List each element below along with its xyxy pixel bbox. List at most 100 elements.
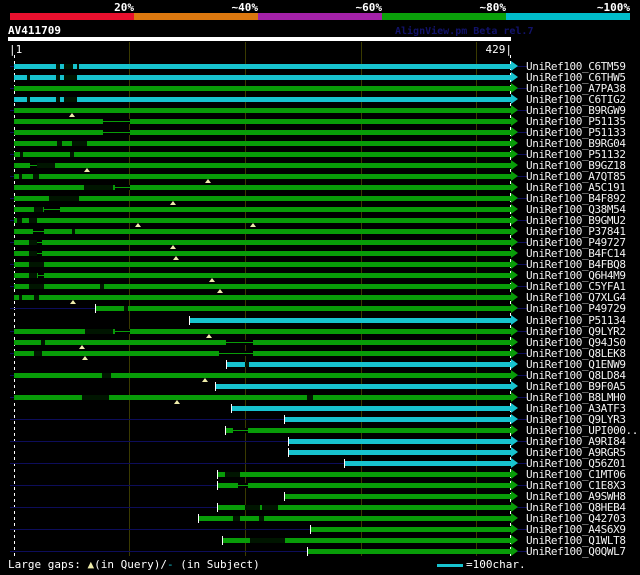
hit-bar[interactable] [14, 372, 511, 378]
hit-label[interactable]: UniRef100_Q8LEK8 [526, 348, 626, 359]
hit-bar[interactable] [217, 472, 511, 478]
hit-gap-segment [32, 173, 40, 179]
hit-gap-segment [233, 516, 240, 522]
hit-arrow-icon [511, 193, 518, 204]
hit-gap-segment [56, 140, 62, 146]
hit-gap-segment [29, 240, 38, 246]
hit-arrow-icon [511, 458, 518, 469]
hit-bar[interactable] [288, 450, 511, 456]
gap-legend-query-text: (in Query)/ [94, 558, 167, 571]
hit-bar[interactable] [231, 405, 511, 411]
hit-gap-segment [29, 284, 45, 290]
hit-bar[interactable] [288, 439, 511, 445]
hit-arrow-icon [511, 469, 518, 480]
hit-arrow-icon [511, 314, 518, 325]
hit-bar[interactable] [215, 383, 511, 389]
hit-bar[interactable] [14, 85, 511, 91]
hit-bar[interactable] [14, 74, 511, 80]
hit-label[interactable]: UniRef100_Q0QWL7 [526, 546, 626, 557]
hit-bar[interactable] [190, 317, 511, 323]
hit-gap-segment [55, 74, 61, 80]
hit-arrow-icon [511, 82, 518, 93]
hit-label[interactable]: UniRef100_P49729 [526, 303, 626, 314]
identity-scale-bar [10, 13, 630, 20]
hit-bar[interactable] [14, 295, 511, 301]
hit-bar[interactable] [14, 196, 511, 202]
hit-arrow-icon [511, 524, 518, 535]
hit-arrow-icon [511, 436, 518, 447]
identity-scale-segment [134, 13, 258, 20]
alignment-row: UniRef100_Q9LYR2 [0, 325, 640, 338]
alignment-row: UniRef100_P49729 [0, 303, 640, 314]
hit-gap-segment [37, 162, 55, 168]
hit-gap-segment [17, 218, 23, 224]
hit-gap-segment [99, 284, 105, 290]
hit-gap-segment [76, 63, 79, 69]
hit-bar[interactable] [14, 229, 511, 235]
hit-gap-segment [63, 74, 77, 80]
hit-bar[interactable] [285, 416, 511, 422]
hit-label[interactable]: UniRef100_P51134 [526, 315, 626, 326]
hit-gap-segment [19, 151, 24, 157]
hit-bar[interactable] [14, 107, 511, 113]
hit-label[interactable]: UniRef100_A7PA38 [526, 83, 626, 94]
hit-bar[interactable] [199, 516, 511, 522]
hit-start-tick [287, 448, 289, 458]
hit-start-tick [189, 315, 191, 325]
hit-bar[interactable] [14, 96, 511, 102]
hit-start-tick [221, 536, 223, 546]
hit-bar[interactable] [226, 427, 511, 433]
hit-gap-segment [29, 218, 38, 224]
identity-scale-label: ~60% [355, 1, 383, 14]
hit-bar[interactable] [14, 173, 511, 179]
hit-bar[interactable] [217, 483, 511, 489]
hit-label[interactable]: UniRef100_C6TIG2 [526, 94, 626, 105]
hit-arrow-icon [511, 292, 518, 303]
hit-gap-segment [102, 372, 112, 378]
hit-bar[interactable] [308, 549, 511, 555]
hit-gap-segment [29, 251, 38, 257]
hit-start-tick [216, 481, 218, 491]
hit-gap-segment [18, 173, 23, 179]
hit-arrow-icon [511, 93, 518, 104]
hit-gap-segment [258, 516, 265, 522]
hit-bar[interactable] [14, 350, 511, 356]
hit-bar[interactable] [14, 118, 511, 124]
hit-arrow-icon [511, 447, 518, 458]
subject-gap-line [37, 253, 42, 255]
hit-gap-segment [18, 295, 23, 301]
ruler-start-label: |1 [9, 43, 23, 56]
hit-label[interactable]: UniRef100_C6TM59 [526, 61, 626, 72]
hit-arrow-icon [511, 137, 518, 148]
hit-bar[interactable] [14, 273, 511, 279]
hit-label[interactable]: UniRef100_C6THW5 [526, 72, 626, 83]
identity-scale-segment [382, 13, 506, 20]
hit-bar[interactable] [14, 284, 511, 290]
hit-bar[interactable] [14, 151, 511, 157]
hit-bar[interactable] [14, 240, 511, 246]
hit-arrow-icon [511, 303, 518, 314]
gap-legend: Large gaps: ▲(in Query)/- (in Subject) [8, 559, 260, 571]
hit-label[interactable]: UniRef100_Q9LYR2 [526, 326, 626, 337]
hit-start-tick [344, 459, 346, 469]
hit-gap-segment [63, 63, 74, 69]
hit-bar[interactable] [14, 129, 511, 135]
hit-bar[interactable] [14, 218, 511, 224]
hit-bar[interactable] [14, 63, 511, 69]
hit-bar[interactable] [285, 494, 511, 500]
hit-start-tick [216, 470, 218, 480]
hit-arrow-icon [511, 259, 518, 270]
hit-bar[interactable] [14, 207, 511, 213]
hit-bar[interactable] [14, 262, 511, 268]
hit-bar[interactable] [14, 339, 511, 345]
hit-bar[interactable] [310, 527, 511, 533]
hit-start-tick [287, 437, 289, 447]
hit-bar[interactable] [227, 361, 511, 367]
hit-bar[interactable] [345, 461, 511, 467]
hit-bar[interactable] [14, 140, 511, 146]
hit-label[interactable]: UniRef100_Q94JS0 [526, 337, 626, 348]
query-bar [8, 37, 511, 41]
credit-text: AlignView.pm Beta rel.7 [395, 26, 534, 37]
hit-bar[interactable] [96, 306, 511, 312]
hit-bar[interactable] [14, 251, 511, 257]
